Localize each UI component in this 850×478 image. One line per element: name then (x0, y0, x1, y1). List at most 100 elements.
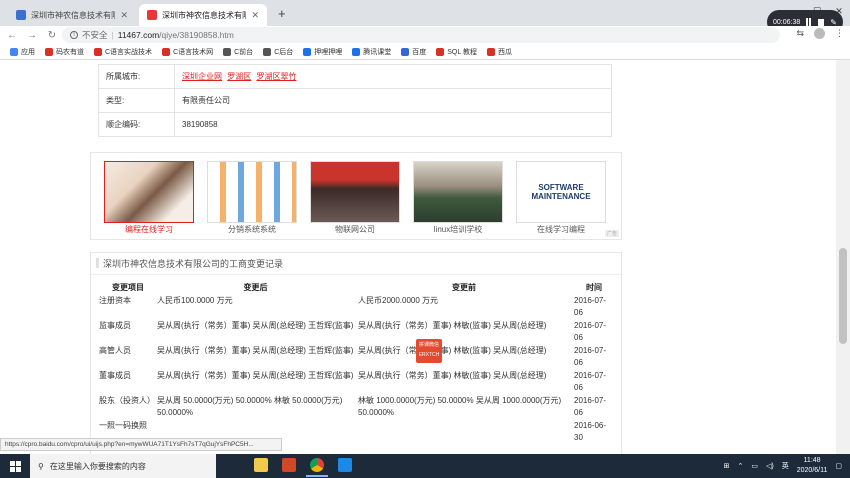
ad-item[interactable]: 分销系统系统 (207, 161, 297, 235)
bookmark-label: 百度 (412, 48, 427, 56)
file-explorer-icon[interactable] (250, 455, 272, 477)
bookmark-item[interactable]: 押哩押哩 (303, 47, 342, 57)
taskbar-clock[interactable]: 11:48 2020/6/11 (797, 456, 828, 476)
address-bar[interactable]: i 不安全 | 11467.com/qiye/38190858.htm (62, 27, 780, 43)
ad-image-woman-at-laptop[interactable] (104, 161, 194, 223)
new-tab-button[interactable]: + (278, 6, 286, 21)
start-button[interactable] (0, 454, 30, 478)
apps-grid-icon (10, 47, 18, 56)
forward-icon[interactable]: → (24, 30, 40, 41)
notification-icon[interactable]: ▢ (835, 462, 842, 470)
bookmark-item[interactable]: C前台 (223, 47, 253, 57)
bookmark-label: 应用 (21, 48, 35, 56)
volume-icon[interactable]: ◁) (766, 462, 774, 470)
change-item: 监事成员 (99, 321, 131, 330)
bookmark-label: 押哩押哩 (314, 48, 343, 56)
change-before: 人民币2000.0000 万元 (358, 296, 439, 305)
section-title: 深圳市神农信息技术有限公司的工商变更记录 (95, 258, 284, 269)
browser-tab-2[interactable]: 深圳市神农信息技术有限公司_王... ✕ (139, 4, 267, 26)
powerpoint-icon[interactable] (278, 455, 300, 477)
bookmark-favicon-icon (45, 47, 53, 56)
ad-caption[interactable]: 分销系统系统 (207, 224, 297, 235)
bookmark-label: C后台 (274, 48, 294, 56)
bookmark-item[interactable]: C语言实战技术 (94, 47, 152, 57)
bookmark-item[interactable]: 腾讯课堂 (352, 47, 391, 57)
change-before: 林敏 1000.0000(万元) 50.0000% 吴从周 1000.0000(… (358, 396, 562, 417)
ad-image-software-maintenance-wordcloud[interactable]: SOFTWARE MAINTENANCE (516, 161, 606, 223)
back-icon[interactable]: ← (4, 30, 20, 41)
change-item: 股东（投资人） (99, 396, 155, 405)
info-key: 顺企编码: (98, 112, 175, 137)
watermark-stamp: 拼课微信 ERXTCH (416, 339, 442, 363)
change-date: 2016-07-06 (574, 321, 607, 342)
url-host: 11467.com (117, 30, 160, 40)
browser-tab-1[interactable]: 深圳市神农信息技术有限公司_王... ✕ (8, 4, 136, 26)
table-row: 高管人员 吴从周(执行（常务）董事) 吴从周(总经理) 王哲辉(监事) 吴从周(… (99, 344, 614, 369)
ad-image-classroom[interactable] (413, 161, 503, 223)
table-row: 类型: 有限责任公司 (98, 88, 612, 113)
district-link[interactable]: 罗湖区 (227, 72, 251, 81)
bookmark-item[interactable]: C语言技术网 (162, 47, 213, 57)
ad-item[interactable]: 编程在线学习 (104, 161, 194, 235)
table-row: 监事成员 吴从周(执行（常务）董事) 吴从周(总经理) 王哲辉(监事) 吴从周(… (99, 319, 614, 344)
chrome-icon[interactable] (306, 455, 328, 477)
subdistrict-link[interactable]: 罗湖区翠竹 (256, 72, 296, 81)
network-icon[interactable]: ▭ (751, 462, 758, 470)
change-record-section: 深圳市神农信息技术有限公司的工商变更记录 变更项目 变更后 变更前 时间 注册资… (90, 252, 622, 454)
close-tab-icon[interactable]: ✕ (120, 10, 128, 21)
bookmark-item[interactable]: 码农有道 (45, 47, 84, 57)
bookmark-apps[interactable]: 应用 (10, 47, 35, 57)
ad-item[interactable]: linux培训学校 (413, 161, 503, 235)
account-avatar[interactable] (814, 28, 825, 39)
ime-icon[interactable]: ⊞ (724, 462, 730, 470)
bookmark-item[interactable]: C后台 (263, 47, 293, 57)
tab-title: 深圳市神农信息技术有限公司_王... (31, 10, 116, 20)
site-favicon (147, 10, 157, 20)
close-tab-icon[interactable]: ✕ (251, 10, 259, 21)
change-before: 吴从周(执行（常务）董事) 林敏(监事) 吴从周(总经理) (358, 371, 547, 380)
wordcloud-graphic: MAINTENANCE (531, 192, 591, 201)
bookmark-item[interactable]: 百度 (401, 47, 426, 57)
ad-item[interactable]: 物联网公司 (310, 161, 400, 235)
taskbar-apps (250, 455, 356, 477)
bookmark-item[interactable]: SQL 教程 (436, 47, 477, 57)
info-icon[interactable]: i (70, 31, 78, 39)
change-date: 2016-07-06 (574, 396, 607, 417)
url-path: /qiye/38190858.htm (159, 30, 234, 40)
city-link[interactable]: 深圳企业网 (182, 72, 222, 81)
menu-icon[interactable]: ⋮ (835, 28, 844, 39)
bookmark-label: 西瓜 (497, 48, 512, 56)
change-before: 吴从周(执行（常务）董事) 林敏(监事) 吴从周(总经理) (358, 321, 547, 330)
ad-caption[interactable]: 物联网公司 (310, 224, 400, 235)
ad-caption[interactable]: 在线学习编程 (516, 224, 606, 235)
translate-icon[interactable]: ⇆ (796, 28, 804, 39)
tray-expand-icon[interactable]: ⌃ (738, 462, 744, 470)
screen-recorder-app-icon[interactable] (334, 455, 356, 477)
stop-icon[interactable] (818, 18, 825, 26)
bookmark-favicon-icon (303, 47, 312, 56)
ad-item[interactable]: SOFTWARE MAINTENANCE 在线学习编程 (516, 161, 606, 235)
input-method-icon[interactable]: 英 (782, 461, 789, 471)
status-bar-link-preview: https://cpro.baidu.com/cpro/ui/uijs.php?… (0, 438, 282, 451)
windows-logo-icon (9, 460, 21, 472)
column-header: 变更项目 (112, 282, 144, 292)
taskbar-search-box[interactable]: ⚲ 在这里输入你要搜索的内容 (30, 454, 216, 478)
scrollbar-thumb[interactable] (839, 248, 847, 344)
change-item: 注册资本 (99, 296, 131, 305)
stamp-line: 拼课微信 (418, 342, 439, 348)
vertical-scrollbar[interactable] (836, 60, 850, 454)
bookmark-favicon-icon (352, 47, 361, 56)
ad-image-distribution-diagram[interactable] (207, 161, 297, 223)
pause-icon[interactable] (806, 18, 812, 26)
bookmark-item[interactable]: 西瓜 (486, 47, 512, 57)
ad-caption[interactable]: 编程在线学习 (104, 224, 194, 235)
reload-icon[interactable]: ↻ (44, 30, 60, 41)
ad-image-meeting-room[interactable] (310, 161, 400, 223)
change-item: 高管人员 (99, 346, 131, 355)
ad-caption[interactable]: linux培训学校 (413, 224, 503, 235)
change-after: 吴从周 50.0000(万元) 50.0000% 林敏 50.0000(万元) … (157, 396, 343, 417)
ad-badge[interactable]: 广告 (604, 230, 619, 237)
change-after: 吴从周(执行（常务）董事) 吴从周(总经理) 王哲辉(监事) (157, 346, 354, 355)
bookmark-favicon-icon (223, 47, 232, 56)
windows-taskbar: ⚲ 在这里输入你要搜索的内容 ⊞ ⌃ ▭ ◁) 英 11:48 2020/6/1… (0, 454, 850, 478)
